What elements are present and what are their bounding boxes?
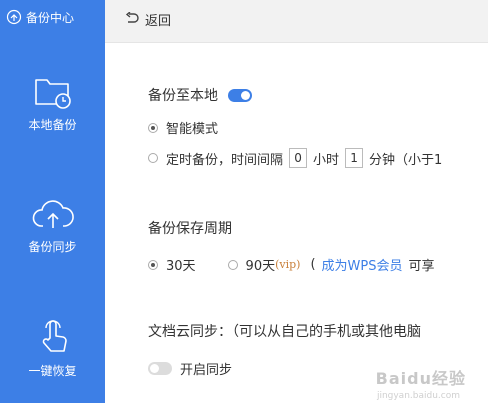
smart-mode-label: 智能模式	[166, 122, 219, 137]
smart-mode-radio[interactable]	[148, 122, 158, 133]
retention-30-label: 30天	[166, 259, 196, 274]
sidebar-title: 备份中心	[26, 10, 75, 25]
minutes-input[interactable]: 1	[345, 148, 364, 168]
minutes-unit: 分钟（小于1	[369, 152, 443, 168]
backup-center-icon	[6, 9, 22, 25]
sidebar-item-backup-sync[interactable]: 备份同步	[0, 196, 105, 255]
sidebar-header: 备份中心	[0, 0, 105, 34]
cloud-sync-label: 开启同步	[180, 363, 233, 378]
top-bar: 返回	[105, 0, 488, 43]
sidebar-item-label: 本地备份	[28, 118, 77, 132]
timed-backup-radio[interactable]	[148, 153, 158, 163]
retention-90-label: 90天	[245, 259, 276, 274]
smart-mode-option[interactable]: 智能模式	[148, 118, 218, 137]
timed-backup-option: 定时备份，时间间隔 0 小时 1 分钟（小于1	[148, 148, 442, 168]
folder-clock-icon	[0, 74, 105, 110]
sidebar-item-label: 一键恢复	[28, 364, 77, 378]
vip-tag: (vip)	[275, 258, 301, 271]
settings-panel: 备份至本地 智能模式 定时备份，时间间隔 0 小时 1 分钟（小于1 备份保存周…	[105, 43, 488, 403]
timed-backup-label: 定时备份，时间间隔	[166, 152, 284, 168]
retention-title: 备份保存周期	[148, 221, 232, 237]
baidu-watermark: Baidu经验	[375, 369, 466, 388]
undo-arrow-icon	[125, 10, 139, 28]
sidebar-item-one-click-restore[interactable]: 一键恢复	[0, 316, 105, 379]
sidebar-item-label: 备份同步	[28, 240, 77, 254]
sidebar: 备份中心 本地备份 备份同步 一键恢复	[0, 0, 105, 403]
become-member-link[interactable]: 成为WPS会员	[322, 255, 403, 274]
cloud-sync-title: 文档云同步：（可以从自己的手机或其他电脑	[148, 324, 421, 340]
back-label: 返回	[145, 14, 172, 29]
cloud-sync-option: 开启同步	[148, 359, 232, 378]
cloud-upload-icon	[0, 196, 105, 232]
back-button[interactable]: 返回	[125, 10, 171, 29]
sidebar-item-local-backup[interactable]: 本地备份	[0, 74, 105, 133]
local-backup-title: 备份至本地	[148, 88, 218, 104]
retention-90-radio[interactable]	[227, 259, 238, 270]
hours-unit: 小时	[313, 152, 340, 168]
local-backup-row: 备份至本地	[148, 85, 252, 105]
member-suffix: 可享	[408, 259, 435, 274]
hand-pointer-icon	[0, 316, 105, 356]
baidu-watermark-url: jingyan.baidu.com	[376, 391, 460, 401]
cloud-sync-toggle[interactable]	[148, 362, 172, 375]
retention-30-radio[interactable]	[148, 259, 158, 270]
hours-input[interactable]: 0	[289, 148, 308, 168]
retention-options: 30天 90天 (vip) ( 成为WPS会员 可享	[148, 255, 435, 274]
local-backup-toggle[interactable]	[228, 88, 252, 102]
paren-open: (	[310, 257, 316, 272]
